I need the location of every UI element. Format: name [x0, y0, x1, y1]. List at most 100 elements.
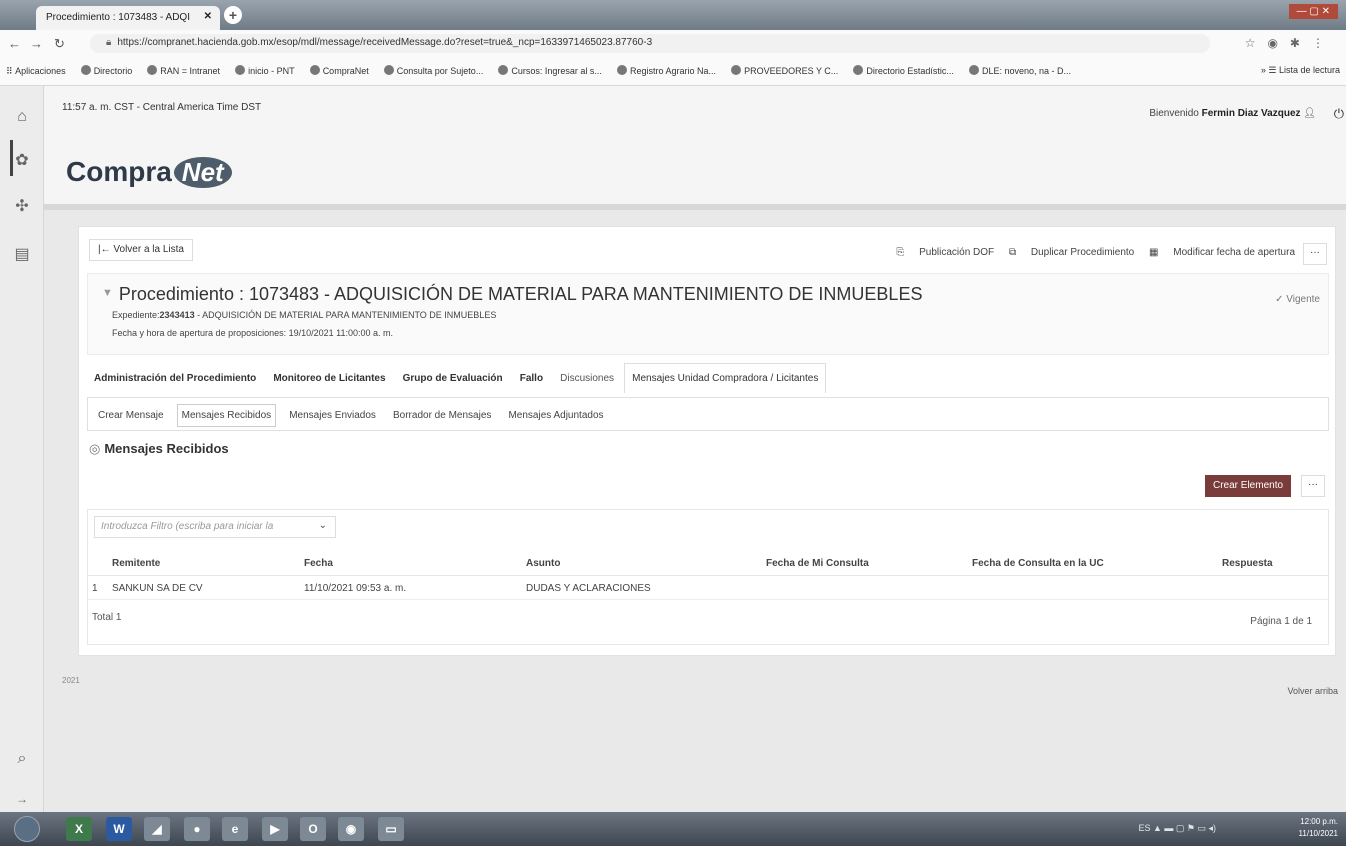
procedure-panel: ▼ Procedimiento : 1073483 - ADQUISICIÓN D… [87, 273, 1329, 355]
url-field[interactable]: 🔒︎ https://compranet.hacienda.gob.mx/esop… [90, 34, 1210, 53]
bookmark-item[interactable]: RAN = Intranet [141, 56, 226, 76]
address-bar: ← → ↻ 🔒︎ https://compranet.hacienda.gob.m… [0, 30, 1346, 56]
action-links: ⎘ Publicación DOF ⧉ Duplicar Procedimien… [884, 247, 1295, 258]
outlook-icon[interactable]: O [300, 817, 326, 841]
bookmark-icon [617, 65, 627, 75]
forward-arrow-icon[interactable]: → [30, 36, 43, 51]
excel-icon[interactable]: X [66, 817, 92, 841]
chrome-icon[interactable]: ◉ [338, 817, 364, 841]
word-icon[interactable]: W [106, 817, 132, 841]
subtab-adjuntados[interactable]: Mensajes Adjuntados [504, 405, 607, 426]
globe-icon [731, 65, 742, 75]
bookmark-item[interactable]: CompraNet [304, 56, 375, 76]
cell-fecha: 11/10/2021 09:53 a. m. [304, 583, 407, 594]
bookmark-item[interactable]: Consulta por Sujeto... [378, 56, 490, 76]
reading-list-button[interactable]: » ☰ Lista de lectura [1261, 65, 1340, 76]
browser-tabstrip: Procedimiento : 1073483 - ADQI ✕ + — ▢ ✕ [0, 0, 1346, 30]
messages-icon: ◎ [89, 441, 101, 456]
apps-bookmark[interactable]: ⠿ Aplicaciones [0, 57, 72, 77]
modificar-fecha-link[interactable]: ▦ Modificar fecha de apertura [1149, 247, 1295, 258]
tab-mensajes[interactable]: Mensajes Unidad Compradora / Licitantes [624, 363, 827, 393]
system-clock[interactable]: 12:00 p.m. 11/10/2021 [1299, 816, 1338, 840]
collapse-caret-icon[interactable]: ▼ [102, 287, 113, 299]
col-fecha-mi-consulta[interactable]: Fecha de Mi Consulta [766, 558, 869, 569]
back-to-list-button[interactable]: |← Volver a la Lista [89, 239, 193, 261]
bookmark-icon [383, 65, 394, 75]
internet-explorer-icon[interactable]: e [222, 817, 248, 841]
subtab-borrador[interactable]: Borrador de Mensajes [389, 405, 495, 426]
app-icon[interactable]: ◢ [144, 817, 170, 841]
back-arrow-icon[interactable]: ← [8, 36, 21, 51]
bookmark-item[interactable]: Registro Agrario Na... [611, 56, 722, 76]
bookmark-item[interactable]: PROVEEDORES Y C... [725, 56, 844, 76]
table-row[interactable]: 1 SANKUN SA DE CV 11/10/2021 09:53 a. m.… [88, 578, 1328, 600]
col-asunto[interactable]: Asunto [526, 558, 560, 569]
bookmark-item[interactable]: Directorio Estadístic... [847, 56, 960, 76]
bookmark-item[interactable]: DLE: noveno, na - D... [963, 56, 1077, 76]
search-icon[interactable]: ⌕ [0, 750, 44, 768]
expand-arrow-icon[interactable]: → [0, 792, 44, 806]
left-rail: ⌂ ✿ ✣ ▤ ⌕ → [0, 86, 44, 812]
procedure-title: ▼ Procedimiento : 1073483 - ADQUISICIÓN D… [102, 284, 923, 304]
system-tray-icons[interactable]: ES ▲ ▬ ▢ ⚑ ▭ ◂) [1138, 823, 1216, 834]
bookmark-item[interactable]: Cursos: Ingresar al s... [492, 56, 608, 76]
col-remitente[interactable]: Remitente [112, 558, 160, 569]
close-tab-icon[interactable]: ✕ [204, 11, 212, 22]
subtab-crear-mensaje[interactable]: Crear Mensaje [94, 405, 168, 426]
publicacion-dof-link[interactable]: ⎘ Publicación DOF [896, 247, 994, 258]
globe-icon[interactable]: ✿ [0, 150, 44, 170]
bookmark-item[interactable]: inicio - PNT [229, 56, 301, 76]
crear-elemento-button[interactable]: Crear Elemento [1205, 475, 1292, 497]
tab-monitoreo[interactable]: Monitoreo de Licitantes [266, 364, 392, 393]
window-controls[interactable]: — ▢ ✕ [1288, 4, 1338, 19]
logo-area: Compra Net [44, 126, 1346, 210]
col-fecha-consulta-uc[interactable]: Fecha de Consulta en la UC [972, 558, 1104, 569]
bookmarks-bar: ⠿ Aplicaciones Directorio RAN = Intranet… [0, 56, 1346, 86]
chevron-down-icon[interactable]: ⌄ [319, 520, 327, 531]
row-number: 1 [92, 583, 98, 594]
compranet-logo[interactable]: Compra Net [66, 156, 232, 188]
start-button[interactable] [14, 816, 40, 842]
subtab-mensajes-recibidos[interactable]: Mensajes Recibidos [176, 404, 277, 427]
section-more-button[interactable]: ··· [1301, 475, 1325, 497]
col-fecha[interactable]: Fecha [304, 558, 333, 569]
browser-tab-title: Procedimiento : 1073483 - ADQI [46, 12, 190, 23]
bookmark-icon [853, 65, 864, 75]
table-header: Remitente Fecha Asunto Fecha de Mi Consu… [88, 550, 1328, 576]
bookmark-item[interactable]: Directorio [75, 56, 139, 76]
tab-administracion[interactable]: Administración del Procedimiento [87, 364, 263, 393]
main-card: |← Volver a la Lista ⎘ Publicación DOF ⧉… [78, 226, 1336, 656]
bookmark-icon [968, 65, 979, 75]
extension-icons[interactable]: ☆◉✱⋮ [1245, 36, 1336, 50]
expediente-line: Expediente:2343413 - ADQUISICIÓN DE MATE… [112, 310, 497, 320]
file-explorer-icon[interactable]: ▭ [378, 817, 404, 841]
tab-fallo[interactable]: Fallo [513, 364, 550, 393]
reload-icon[interactable]: ↻ [54, 36, 65, 52]
cell-remitente[interactable]: SANKUN SA DE CV [112, 583, 203, 594]
documents-icon[interactable]: ▤ [0, 244, 44, 264]
volver-arriba-link[interactable]: Volver arriba [1287, 686, 1338, 696]
tab-discusiones[interactable]: Discusiones [553, 364, 621, 393]
footer-year: 2021 [62, 676, 80, 685]
browser-tab[interactable]: Procedimiento : 1073483 - ADQI ✕ [36, 6, 220, 30]
tab-grupo-evaluacion[interactable]: Grupo de Evaluación [396, 364, 510, 393]
col-respuesta[interactable]: Respuesta [1222, 558, 1273, 569]
lock-icon: 🔒︎ [106, 37, 112, 48]
logout-icon[interactable]: ⏻ [1334, 106, 1344, 122]
section-title: ◎ Mensajes Recibidos [89, 441, 229, 456]
more-options-button[interactable]: ··· [1303, 243, 1327, 265]
home-icon[interactable]: ⌂ [0, 108, 44, 126]
subtab-mensajes-enviados[interactable]: Mensajes Enviados [285, 405, 380, 426]
message-subtabs: Crear Mensaje Mensajes Recibidos Mensaje… [87, 397, 1329, 431]
duplicar-procedimiento-link[interactable]: ⧉ Duplicar Procedimiento [1009, 247, 1134, 258]
total-count: Total 1 [92, 612, 122, 623]
users-icon[interactable]: ✣ [0, 196, 44, 216]
firefox-icon[interactable]: ● [184, 817, 210, 841]
filter-input[interactable]: Introduzca Filtro (escriba para iniciar … [94, 516, 336, 538]
user-icon[interactable]: 👤︎ [1303, 108, 1316, 119]
new-tab-button[interactable]: + [224, 6, 242, 24]
back-arrow-icon: |← [98, 244, 114, 255]
bookmark-icon [498, 65, 509, 75]
cell-asunto[interactable]: DUDAS Y ACLARACIONES [526, 583, 651, 594]
media-player-icon[interactable]: ▶ [262, 817, 288, 841]
